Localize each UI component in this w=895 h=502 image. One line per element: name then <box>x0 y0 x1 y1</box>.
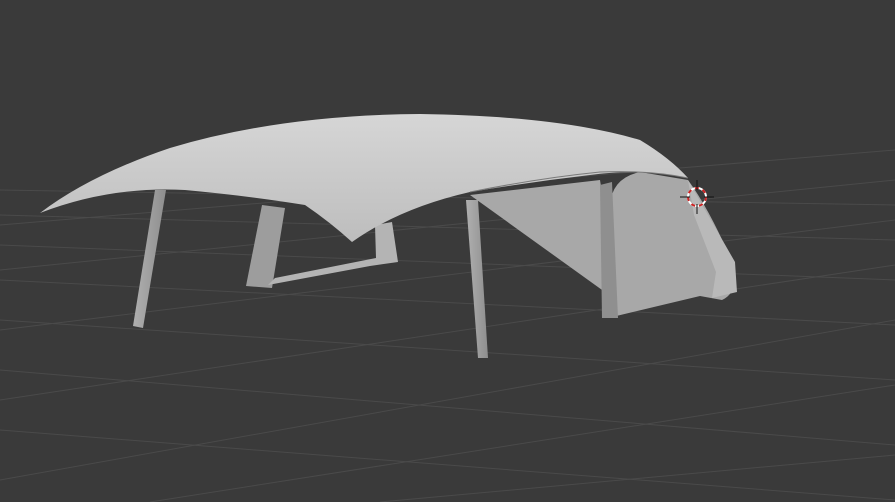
front-left-pillar <box>133 190 166 328</box>
car-roof-mesh[interactable] <box>40 114 737 358</box>
rear-left-pillar <box>246 205 285 288</box>
rear-left-window-frame <box>268 222 398 285</box>
3d-viewport[interactable] <box>0 0 895 502</box>
middle-pillar <box>466 200 488 358</box>
viewport-canvas[interactable] <box>0 0 895 502</box>
